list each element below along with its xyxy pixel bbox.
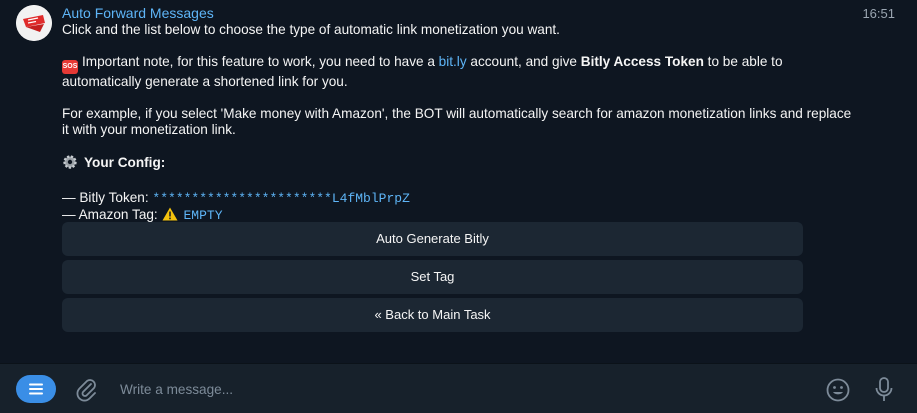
message-input[interactable] [120,379,800,399]
emoji-icon[interactable] [825,377,851,408]
attach-icon[interactable] [73,376,99,407]
menu-icon [29,383,43,395]
example-text: For example, if you select 'Make money w… [62,106,852,137]
tag-value[interactable]: EMPTY [184,208,223,223]
auto-generate-bitly-button[interactable]: Auto Generate Bitly [62,222,803,256]
bitly-token-row: — Bitly Token: ***********************L4… [62,190,852,207]
message-composer [0,363,917,413]
intro-text: Click and the list below to choose the t… [62,22,560,37]
chat-area: Auto Forward Messages Click and the list… [0,0,917,362]
gear-icon [62,154,78,174]
note-mid: account, and give [466,54,581,69]
token-value[interactable]: ***********************L4fMblPrpZ [152,191,409,206]
bot-avatar[interactable] [16,5,52,41]
bitly-link[interactable]: bit.ly [439,54,467,69]
config-title: Your Config: [62,154,852,174]
config-title-label: Your Config: [84,155,166,170]
note-text: SOS Important note, for this feature to w… [62,54,852,90]
note-bold: Bitly Access Token [580,54,704,69]
sender-name[interactable]: Auto Forward Messages [62,5,852,22]
set-tag-button[interactable]: Set Tag [62,260,803,294]
microphone-icon[interactable] [873,376,895,409]
sos-icon: SOS [62,60,78,74]
message-time: 16:51 [862,6,895,21]
tag-label: — Amazon Tag: [62,207,162,222]
message-bubble: Auto Forward Messages Click and the list… [62,5,852,225]
token-label: — Bitly Token: [62,190,153,205]
note-prefix: Important note, for this feature to work… [82,54,439,69]
back-to-main-task-button[interactable]: « Back to Main Task [62,298,803,332]
bot-menu-button[interactable] [16,375,56,403]
